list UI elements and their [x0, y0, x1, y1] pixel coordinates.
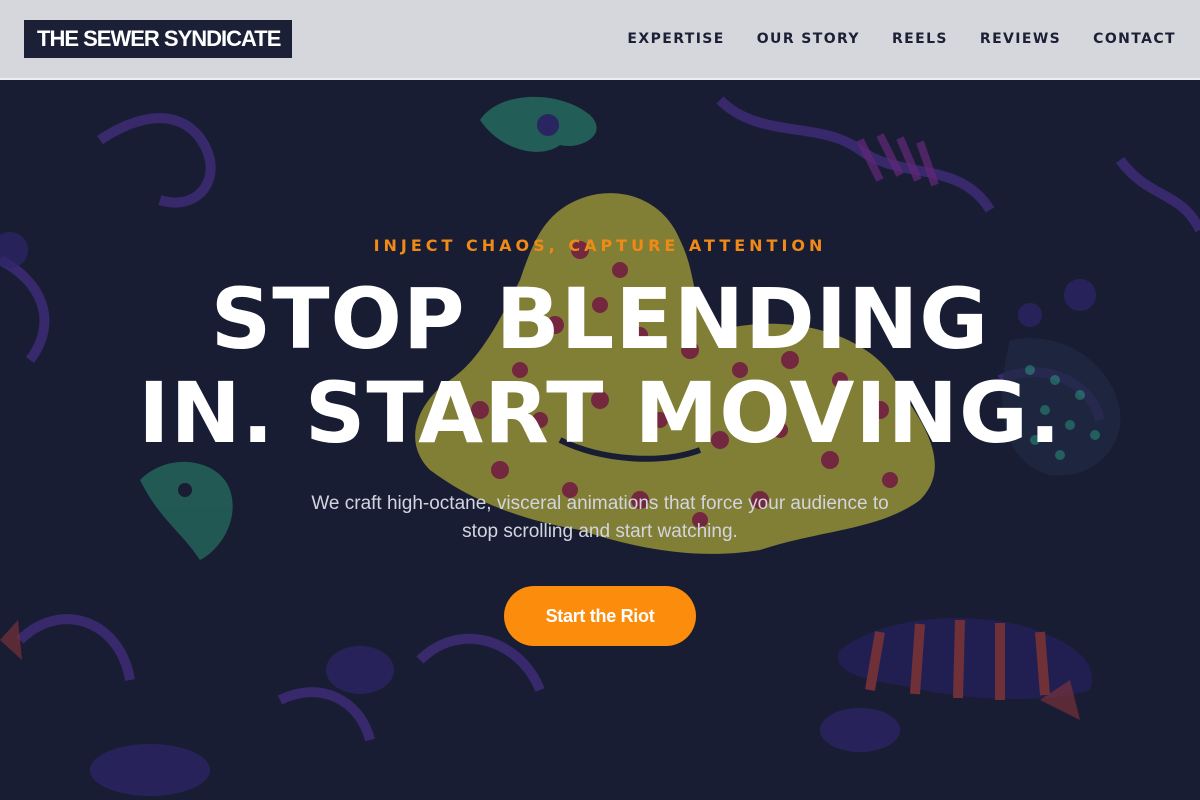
- headline-line-1: STOP BLENDING: [210, 270, 990, 368]
- nav-link-our-story[interactable]: OUR STORY: [757, 31, 860, 47]
- hero-section: INJECT CHAOS, CAPTURE ATTENTION STOP BLE…: [0, 80, 1200, 800]
- hero-subtext: We craft high-octane, visceral animation…: [311, 493, 889, 542]
- main-nav: EXPERTISE OUR STORY REELS REVIEWS CONTAC…: [595, 31, 1176, 47]
- nav-link-reviews[interactable]: REVIEWS: [980, 31, 1061, 47]
- hero-tagline: INJECT CHAOS, CAPTURE ATTENTION: [373, 236, 827, 255]
- nav-link-reels[interactable]: REELS: [892, 31, 948, 47]
- start-the-riot-button[interactable]: Start the Riot: [504, 586, 696, 646]
- hero-content: INJECT CHAOS, CAPTURE ATTENTION STOP BLE…: [0, 80, 1200, 800]
- nav-link-expertise[interactable]: EXPERTISE: [627, 31, 724, 47]
- hero-headline: STOP BLENDING IN. START MOVING.: [0, 272, 1200, 460]
- top-navbar: THE SEWER SYNDICATE EXPERTISE OUR STORY …: [0, 0, 1200, 80]
- nav-link-contact[interactable]: CONTACT: [1093, 31, 1176, 47]
- site-logo[interactable]: THE SEWER SYNDICATE: [24, 20, 293, 58]
- headline-line-2: IN. START MOVING.: [138, 364, 1062, 462]
